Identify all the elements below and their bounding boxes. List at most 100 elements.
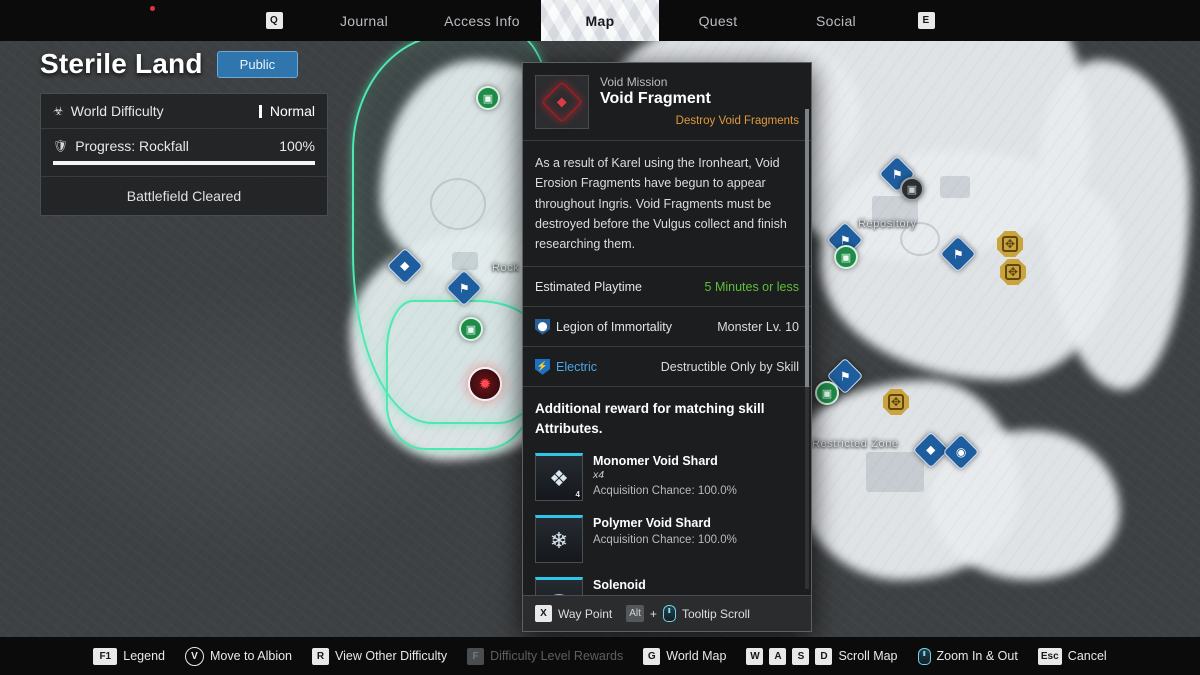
key-q: Q — [266, 12, 283, 29]
map-marker-diamond-blue[interactable]: ◆ — [918, 437, 944, 463]
privacy-badge[interactable]: Public — [217, 51, 298, 78]
world-difficulty-row[interactable]: ☣ World Difficulty Normal — [41, 94, 327, 129]
progress-label-group: 🛡 Progress: Rockfall — [53, 138, 189, 154]
mission-stat-label-group: ⬤Legion of Immortality — [535, 319, 672, 335]
reward-item[interactable]: ⛁210Solenoidx210Acquisition Chance: 100.… — [535, 571, 799, 595]
marker-shape: ◆ — [387, 248, 424, 285]
reward-glyph: ❄ — [550, 528, 568, 554]
hint-zoom-in-out[interactable]: Zoom In & Out — [918, 648, 1018, 665]
key-s: S — [792, 648, 809, 665]
mission-type: Void Mission — [600, 75, 799, 89]
progress-value: 100% — [279, 138, 315, 154]
reward-glyph: ❖ — [549, 466, 569, 492]
hint-cancel[interactable]: EscCancel — [1038, 648, 1107, 665]
marker-glyph: ◆ — [926, 444, 935, 456]
marker-shape: ▣ — [900, 177, 924, 201]
map-marker-diamond-blue[interactable]: ◆ — [392, 253, 418, 279]
world-difficulty-label-group: ☣ World Difficulty — [53, 103, 164, 119]
key-g: G — [643, 648, 660, 665]
tab-quest[interactable]: Quest — [659, 0, 777, 41]
mission-stat-rows: Estimated Playtime5 Minutes or less⬤Legi… — [523, 267, 811, 387]
hint-move-to-albion[interactable]: VMove to Albion — [185, 647, 292, 666]
reward-chance: Acquisition Chance: 100.0% — [593, 534, 737, 546]
marker-glyph: ✥ — [891, 395, 901, 409]
marker-shape: ✥ — [1000, 259, 1026, 285]
hint-world-map[interactable]: G World Map — [643, 648, 726, 665]
mission-stat-row: ⬤Legion of ImmortalityMonster Lv. 10 — [523, 307, 811, 347]
key-r: R — [312, 648, 329, 665]
key-a: A — [769, 648, 786, 665]
reward-item[interactable]: ❖4Monomer Void Shardx4Acquisition Chance… — [535, 447, 799, 509]
tab-map[interactable]: Map — [541, 0, 659, 41]
notification-dot — [150, 6, 155, 11]
marker-glyph: ✥ — [1008, 265, 1018, 279]
map-marker-circle-green[interactable]: ▣ — [834, 245, 858, 269]
reward-name: Monomer Void Shard — [593, 454, 737, 468]
key-w: W — [746, 648, 763, 665]
key-x: X — [535, 605, 552, 622]
map-marker-octa-gold[interactable]: ✥ — [883, 389, 909, 415]
marker-glyph: ▣ — [907, 183, 917, 196]
mission-stat-label-group: ⚡Electric — [535, 359, 597, 375]
marker-shape: ▣ — [459, 317, 483, 341]
marker-glyph: ⚑ — [840, 370, 851, 382]
hint-scroll-map[interactable]: WASDScroll Map — [746, 648, 897, 665]
key-alt: Alt — [626, 605, 644, 622]
map-marker-diamond-blue[interactable]: ⚑ — [451, 275, 477, 301]
hint-label: World Map — [666, 649, 726, 663]
map-marker-diamond-blue[interactable]: ⚑ — [945, 241, 971, 267]
marker-glyph: ⚑ — [953, 248, 964, 260]
map-marker-circle-green[interactable]: ▣ — [476, 86, 500, 110]
map-marker-octa-gold[interactable]: ✥ — [997, 231, 1023, 257]
world-title-row: Sterile Land Public — [40, 48, 328, 80]
next-tab-key[interactable]: E — [895, 0, 957, 41]
plus-sign: + — [650, 607, 657, 621]
mission-tooltip: ◆ Void Mission Void Fragment Destroy Voi… — [522, 62, 812, 632]
world-difficulty-label: World Difficulty — [71, 103, 164, 119]
mission-stat-row: ⚡Electric Destructible Only by Skill — [523, 347, 811, 387]
tooltip-scrollbar[interactable] — [805, 109, 809, 589]
hint-label: Legend — [123, 649, 165, 663]
marker-shape: ⚑ — [940, 236, 977, 273]
difficulty-level-tick — [259, 105, 262, 118]
skull-icon: ☣ — [53, 104, 64, 118]
marker-glyph: ✹ — [479, 375, 492, 393]
hint-view-other-difficulty[interactable]: RView Other Difficulty — [312, 648, 447, 665]
map-marker-diamond-blue[interactable]: ◉ — [948, 439, 974, 465]
map-marker-circle-green[interactable]: ▣ — [459, 317, 483, 341]
map-marker-octa-gold[interactable]: ✥ — [1000, 259, 1026, 285]
map-marker-selected-red[interactable]: ✹ — [468, 367, 502, 401]
reward-icon: ❄ — [535, 515, 583, 563]
tab-access-info[interactable]: Access Info — [423, 0, 541, 41]
marker-glyph: ◉ — [956, 446, 966, 458]
tab-journal[interactable]: Journal — [305, 0, 423, 41]
hint-difficulty-level-rewards: FDifficulty Level Rewards — [467, 648, 623, 665]
game-screen: RepositoryRestricted ZoneRock ▣◆⚑▣✹⚑▣⚑▣⚑… — [0, 0, 1200, 675]
mission-title: Void Fragment — [600, 90, 799, 108]
faction-shield-icon: ⬤ — [535, 319, 550, 335]
map-marker-circle-green[interactable]: ▣ — [815, 381, 839, 405]
mission-description: As a result of Karel using the Ironheart… — [523, 141, 811, 267]
reward-name: Solenoid — [593, 578, 737, 592]
reward-meta: Solenoidx210Acquisition Chance: 100.0% — [593, 577, 737, 595]
hint-legend[interactable]: F1Legend — [93, 648, 165, 665]
waypoint-hint[interactable]: X Way Point — [535, 605, 612, 622]
tooltip-scrollbar-thumb[interactable] — [805, 109, 809, 387]
marker-shape: ⚑ — [446, 270, 483, 307]
void-fragment-icon: ◆ — [535, 75, 589, 129]
map-marker-circle-dark[interactable]: ▣ — [900, 177, 924, 201]
reward-item[interactable]: ❄Polymer Void ShardAcquisition Chance: 1… — [535, 509, 799, 571]
prev-tab-key[interactable]: Q — [243, 0, 305, 41]
tooltip-footer: X Way Point Alt + Tooltip Scroll — [523, 595, 811, 631]
progress-label: Progress: Rockfall — [75, 138, 189, 154]
tab-list: Q Journal Access Info Map Quest Social E — [243, 0, 957, 41]
tooltip-scroll-hint[interactable]: Alt + Tooltip Scroll — [626, 605, 750, 622]
marker-glyph: ⚑ — [459, 282, 470, 294]
mouse-scroll-icon — [663, 605, 676, 622]
map-label: Restricted Zone — [812, 438, 899, 450]
mission-stat-value: Destructible Only by Skill — [661, 360, 799, 374]
hint-label: Scroll Map — [838, 649, 897, 663]
progress-bar-fill — [53, 161, 315, 165]
tab-social[interactable]: Social — [777, 0, 895, 41]
progress-bar-track — [53, 161, 315, 165]
